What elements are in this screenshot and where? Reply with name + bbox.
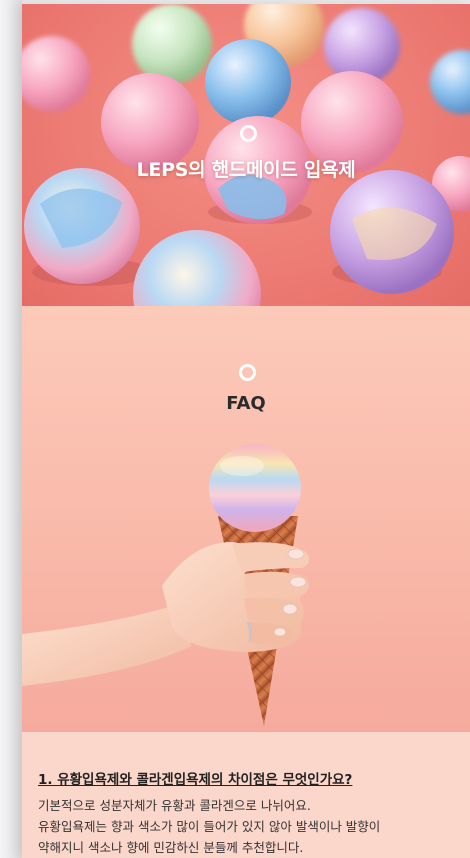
- faq-item: 1. 유황입욕제와 콜라겐입욕제의 차이점은 무엇인가요? 기본적으로 성분자체…: [22, 732, 470, 858]
- hero-title: LEPS의 핸드메이드 입욕제: [136, 159, 356, 181]
- faq-answer-line: 유황입욕제는 향과 색소가 많이 들어가 있지 않아 발색이나 발향이: [38, 819, 381, 834]
- faq-answer-line: 약해지니 색소나 향에 민감하신 분들께 추천합니다.: [38, 840, 304, 855]
- page-margin: [0, 0, 22, 858]
- faq-answer: 기본적으로 성분자체가 유황과 콜라겐으로 나뉘어요. 유황입욕제는 향과 색소…: [38, 795, 463, 858]
- product-detail-page[interactable]: LEPS의 핸드메이드 입욕제 FAQ 1. 유황입욕제와 콜라겐입욕제의 차이…: [22, 4, 470, 858]
- faq-circle-icon: [239, 364, 256, 381]
- faq-answer-line: 기본적으로 성분자체가 유황과 콜라겐으로 나뉘어요.: [38, 798, 311, 813]
- faq-section: FAQ: [22, 306, 470, 732]
- faq-question[interactable]: 1. 유황입욕제와 콜라겐입욕제의 차이점은 무엇인가요?: [38, 768, 352, 788]
- hero-banner: LEPS의 핸드메이드 입욕제: [22, 4, 470, 306]
- faq-title: FAQ: [226, 393, 266, 414]
- hero-circle-icon: [240, 125, 257, 142]
